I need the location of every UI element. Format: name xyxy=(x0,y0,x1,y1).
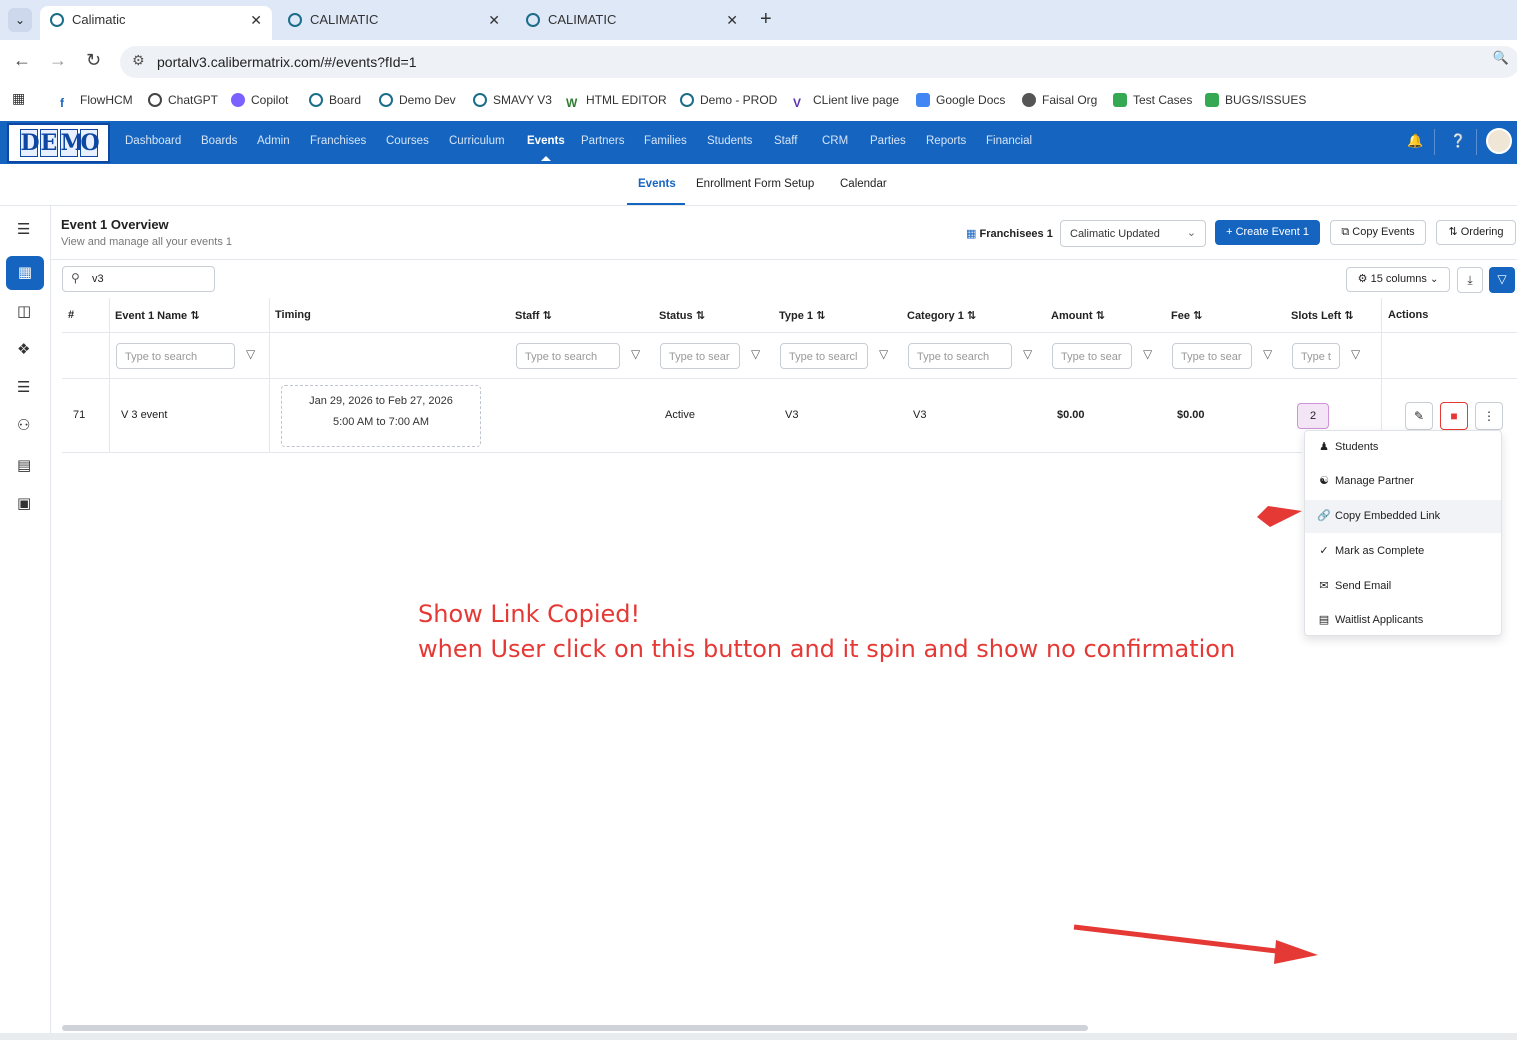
horizontal-scrollbar[interactable] xyxy=(62,1025,1088,1031)
red-arrow-line-bottom xyxy=(1073,924,1286,955)
annotation-text-line2: when User click on this button and it sp… xyxy=(418,635,1236,663)
red-arrow-to-menu xyxy=(1257,506,1302,527)
annotation-arrows xyxy=(1073,506,1318,964)
annotation-text-line1: Show Link Copied! xyxy=(418,600,641,628)
red-arrow-head-bottom xyxy=(1274,940,1318,964)
bottom-strip xyxy=(0,1033,1517,1040)
